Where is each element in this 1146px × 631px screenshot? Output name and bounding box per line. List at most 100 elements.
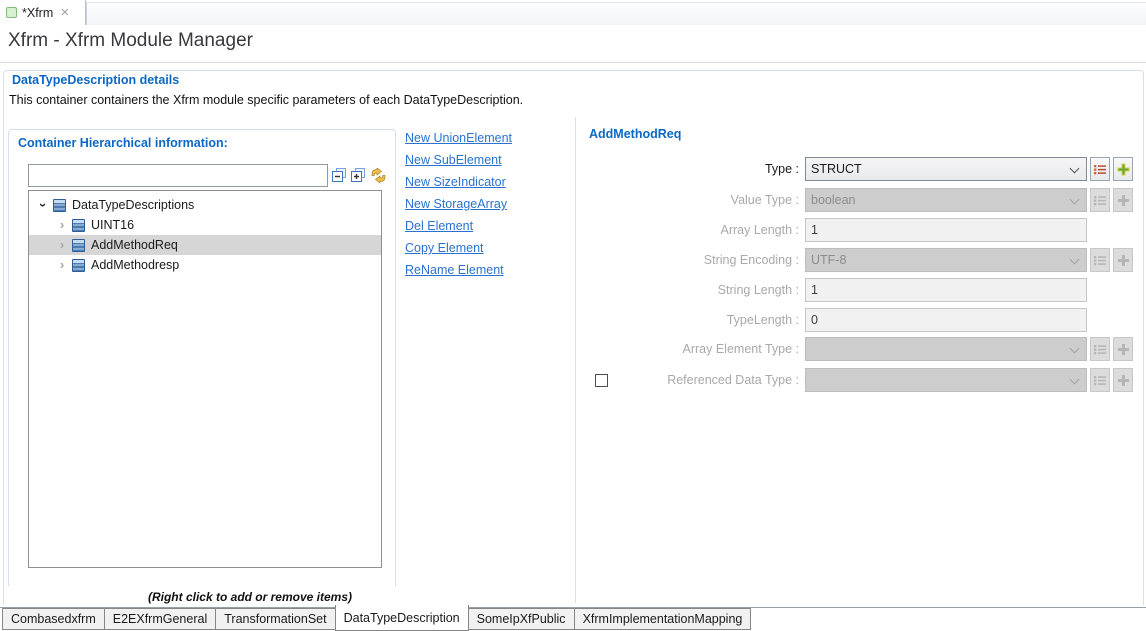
chevron-right-icon[interactable]: › xyxy=(60,257,64,272)
hierarchy-title: Container Hierarchical information: xyxy=(18,136,228,150)
editor-tab-strip: *Xfrm ✕ xyxy=(0,0,1146,25)
chevron-down-icon[interactable]: › xyxy=(33,203,53,207)
array-length-field: 1 xyxy=(805,218,1087,242)
file-icon xyxy=(6,7,17,18)
array-element-type-combobox xyxy=(805,337,1087,361)
field-row-value-type: Value Type : boolean xyxy=(580,188,1140,212)
tab-combasedxfrm[interactable]: Combasedxfrm xyxy=(2,608,105,630)
tab-strip-background xyxy=(86,2,1146,25)
expand-all-icon[interactable] xyxy=(350,167,367,184)
close-icon[interactable]: ✕ xyxy=(60,6,69,19)
chevron-down-icon xyxy=(1070,164,1080,174)
datatype-node-icon xyxy=(72,219,85,232)
field-row-array-length: Array Length : 1 xyxy=(580,218,1140,242)
tree-item-datatypedescriptions[interactable]: › DataTypeDescriptions xyxy=(29,195,381,215)
tree-filter-input[interactable] xyxy=(28,164,328,187)
link-del-element[interactable]: Del Element xyxy=(405,219,473,233)
tree-item-label: AddMethodresp xyxy=(91,258,179,272)
chevron-down-icon xyxy=(1070,375,1080,385)
tab-datatypedescription[interactable]: DataTypeDescription xyxy=(335,605,469,631)
tree-hint-text: (Right click to add or remove items) xyxy=(50,590,450,604)
field-row-typelength: TypeLength : 0 xyxy=(580,308,1140,332)
header-separator xyxy=(0,62,1146,63)
add-button xyxy=(1113,368,1133,392)
tab-transformationset[interactable]: TransformationSet xyxy=(215,608,335,630)
typelength-field: 0 xyxy=(805,308,1087,332)
list-button xyxy=(1090,337,1110,361)
referenced-data-type-checkbox[interactable] xyxy=(595,374,608,387)
tab-e2exfrmgeneral[interactable]: E2EXfrmGeneral xyxy=(104,608,216,630)
tab-label: TransformationSet xyxy=(224,612,326,626)
editor-tab-xfrm[interactable]: *Xfrm ✕ xyxy=(0,0,86,25)
tab-label: XfrmImplementationMapping xyxy=(583,612,743,626)
tree-item-addmethodreq[interactable]: › AddMethodReq xyxy=(29,235,381,255)
field-row-array-element-type: Array Element Type : xyxy=(580,337,1140,361)
field-value: 1 xyxy=(811,223,818,237)
page-title: Xfrm - Xfrm Module Manager xyxy=(8,30,253,52)
chevron-down-icon xyxy=(1070,195,1080,205)
field-label: TypeLength : xyxy=(580,313,805,327)
tab-label: Combasedxfrm xyxy=(11,612,96,626)
type-combobox[interactable]: STRUCT xyxy=(805,157,1087,181)
add-button xyxy=(1113,337,1133,361)
list-button[interactable] xyxy=(1090,157,1110,181)
section-description: This container containers the Xfrm modul… xyxy=(9,93,523,107)
detail-panel-title: AddMethodReq xyxy=(589,127,681,141)
add-button xyxy=(1113,248,1133,272)
tree-item-label: DataTypeDescriptions xyxy=(72,198,194,212)
tree-item-label: UINT16 xyxy=(91,218,134,232)
field-label: Value Type : xyxy=(580,193,805,207)
tab-label: DataTypeDescription xyxy=(344,611,460,625)
chevron-right-icon[interactable]: › xyxy=(60,217,64,232)
refresh-icon[interactable] xyxy=(369,167,388,184)
tree-item-label: AddMethodReq xyxy=(91,238,178,252)
chevron-down-icon xyxy=(1070,344,1080,354)
bottom-tab-row: Combasedxfrm E2EXfrmGeneral Transformati… xyxy=(2,605,750,631)
tree-item-addmethodresp[interactable]: › AddMethodresp xyxy=(29,255,381,275)
string-length-field: 1 xyxy=(805,278,1087,302)
string-encoding-combobox: UTF-8 xyxy=(805,248,1087,272)
collapse-all-icon[interactable] xyxy=(331,167,348,184)
link-new-subelement[interactable]: New SubElement xyxy=(405,153,502,167)
datatype-node-icon xyxy=(72,239,85,252)
field-row-string-encoding: String Encoding : UTF-8 xyxy=(580,248,1140,272)
add-button xyxy=(1113,188,1133,212)
tab-label: E2EXfrmGeneral xyxy=(113,612,207,626)
list-button xyxy=(1090,248,1110,272)
field-label: String Length : xyxy=(580,283,805,297)
list-button xyxy=(1090,368,1110,392)
list-button xyxy=(1090,188,1110,212)
link-copy-element[interactable]: Copy Element xyxy=(405,241,484,255)
field-label: Array Length : xyxy=(580,223,805,237)
hierarchy-tree: › DataTypeDescriptions › UINT16 › AddMet… xyxy=(28,190,382,568)
link-rename-element[interactable]: ReName Element xyxy=(405,263,504,277)
link-new-sizeindicator[interactable]: New SizeIndicator xyxy=(405,175,506,189)
field-label: Referenced Data Type : xyxy=(608,373,805,387)
field-value: 0 xyxy=(811,313,818,327)
combo-value: STRUCT xyxy=(811,162,862,176)
tab-label: SomeIpXfPublic xyxy=(477,612,566,626)
section-title: DataTypeDescription details xyxy=(12,73,179,87)
add-button[interactable] xyxy=(1113,157,1133,181)
field-row-string-length: String Length : 1 xyxy=(580,278,1140,302)
tab-someipxfpublic[interactable]: SomeIpXfPublic xyxy=(468,608,575,630)
tree-item-uint16[interactable]: › UINT16 xyxy=(29,215,381,235)
panel-divider xyxy=(575,117,576,603)
field-value: 1 xyxy=(811,283,818,297)
datatype-node-icon xyxy=(72,259,85,272)
tab-xfrmimplementationmapping[interactable]: XfrmImplementationMapping xyxy=(574,608,752,630)
chevron-right-icon[interactable]: › xyxy=(60,237,64,252)
value-type-combobox: boolean xyxy=(805,188,1087,212)
chevron-down-icon xyxy=(1070,255,1080,265)
field-label: String Encoding : xyxy=(580,253,805,267)
combo-value: UTF-8 xyxy=(811,253,846,267)
link-new-storagearray[interactable]: New StorageArray xyxy=(405,197,507,211)
combo-value: boolean xyxy=(811,193,856,207)
datatype-node-icon xyxy=(53,199,66,212)
field-row-referenced-data-type: Referenced Data Type : xyxy=(580,368,1140,392)
referenced-data-type-combobox xyxy=(805,368,1087,392)
editor-tab-label: *Xfrm xyxy=(22,6,53,20)
field-label: Type : xyxy=(580,162,805,176)
field-row-type: Type : STRUCT xyxy=(580,157,1140,181)
link-new-unionelement[interactable]: New UnionElement xyxy=(405,131,512,145)
